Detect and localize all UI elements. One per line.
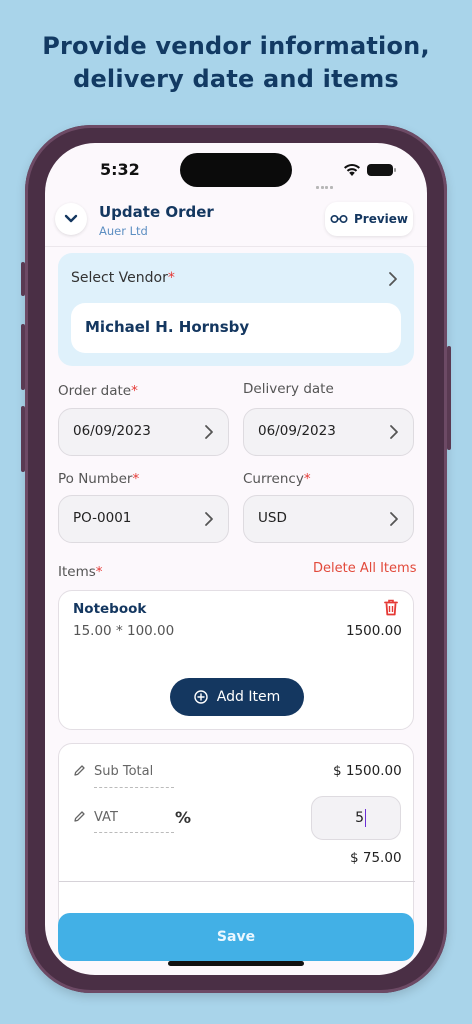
vat-percent-input[interactable]: 5	[311, 796, 401, 840]
vat-label-underline	[94, 832, 174, 833]
totals-divider	[59, 881, 415, 882]
vat-amount: $ 75.00	[350, 850, 402, 866]
chevron-down-icon	[64, 214, 78, 223]
vat-percent-symbol: %	[175, 808, 192, 827]
phone-side-button	[21, 324, 25, 390]
vendor-selector[interactable]: Select Vendor* Michael H. Hornsby	[58, 253, 414, 366]
preview-button[interactable]: Preview	[325, 202, 413, 236]
delivery-date-field[interactable]: 06/09/2023	[243, 408, 414, 456]
chevron-right-icon	[390, 512, 398, 526]
page-title: Update Order	[99, 203, 214, 221]
trash-icon[interactable]	[384, 599, 398, 616]
currency-value: USD	[258, 510, 287, 526]
order-date-label: Order date*	[58, 383, 138, 399]
promo-headline-line2: delivery date and items	[73, 65, 399, 93]
collapse-button[interactable]	[55, 203, 87, 235]
chevron-right-icon	[390, 425, 398, 439]
delivery-date-value: 06/09/2023	[258, 423, 336, 439]
subtotal-value: $ 1500.00	[333, 763, 402, 779]
item-calculation: 15.00 * 100.00	[73, 623, 175, 639]
home-indicator	[168, 961, 304, 966]
battery-icon	[367, 164, 396, 176]
po-number-field[interactable]: PO-0001	[58, 495, 229, 543]
vat-label[interactable]: VAT	[94, 810, 118, 825]
app-screen: 5:32 Update Order Auer Ltd Preview Selec…	[45, 143, 427, 975]
signal-icon	[316, 170, 334, 189]
promo-headline-line1: Provide vendor information,	[42, 32, 430, 60]
item-total: 1500.00	[346, 623, 402, 639]
add-item-label: Add Item	[216, 689, 281, 705]
subtotal-label[interactable]: Sub Total	[94, 764, 153, 779]
plus-circle-icon	[194, 690, 208, 704]
currency-field[interactable]: USD	[243, 495, 414, 543]
delivery-date-label: Delivery date	[243, 381, 334, 397]
delete-all-items-button[interactable]: Delete All Items	[313, 561, 416, 576]
totals-card: Sub Total $ 1500.00 VAT % 5 $ 75.00	[58, 743, 415, 933]
currency-label: Currency*	[243, 471, 311, 487]
company-subtitle: Auer Ltd	[99, 224, 148, 238]
subtotal-label-underline	[94, 787, 174, 788]
wifi-icon	[343, 162, 361, 181]
phone-side-button	[21, 262, 25, 296]
order-date-field[interactable]: 06/09/2023	[58, 408, 229, 456]
items-card: Notebook 15.00 * 100.00 1500.00 Add Item	[58, 590, 414, 730]
po-number-label: Po Number*	[58, 471, 140, 487]
save-button[interactable]: Save	[58, 913, 414, 961]
header-divider	[45, 246, 427, 247]
add-item-button[interactable]: Add Item	[170, 678, 304, 716]
chevron-right-icon	[389, 272, 397, 286]
phone-side-button	[21, 406, 25, 472]
chevron-right-icon	[205, 425, 213, 439]
chevron-right-icon	[205, 512, 213, 526]
items-label: Items*	[58, 564, 103, 580]
order-date-value: 06/09/2023	[73, 423, 151, 439]
pencil-icon[interactable]	[73, 810, 86, 823]
phone-side-button	[447, 346, 451, 450]
status-bar: 5:32	[45, 143, 427, 193]
status-time: 5:32	[100, 160, 140, 179]
vendor-label: Select Vendor*	[71, 270, 175, 286]
item-name: Notebook	[73, 601, 147, 617]
text-caret	[365, 809, 366, 827]
preview-label: Preview	[353, 212, 408, 226]
dynamic-island	[180, 153, 292, 187]
pencil-icon[interactable]	[73, 764, 86, 777]
top-bar: Update Order Auer Ltd Preview	[45, 198, 427, 248]
promo-headline: Provide vendor information, delivery dat…	[0, 30, 472, 96]
vendor-name: Michael H. Hornsby	[71, 303, 401, 353]
po-number-value: PO-0001	[73, 510, 132, 526]
glasses-icon	[330, 214, 348, 224]
